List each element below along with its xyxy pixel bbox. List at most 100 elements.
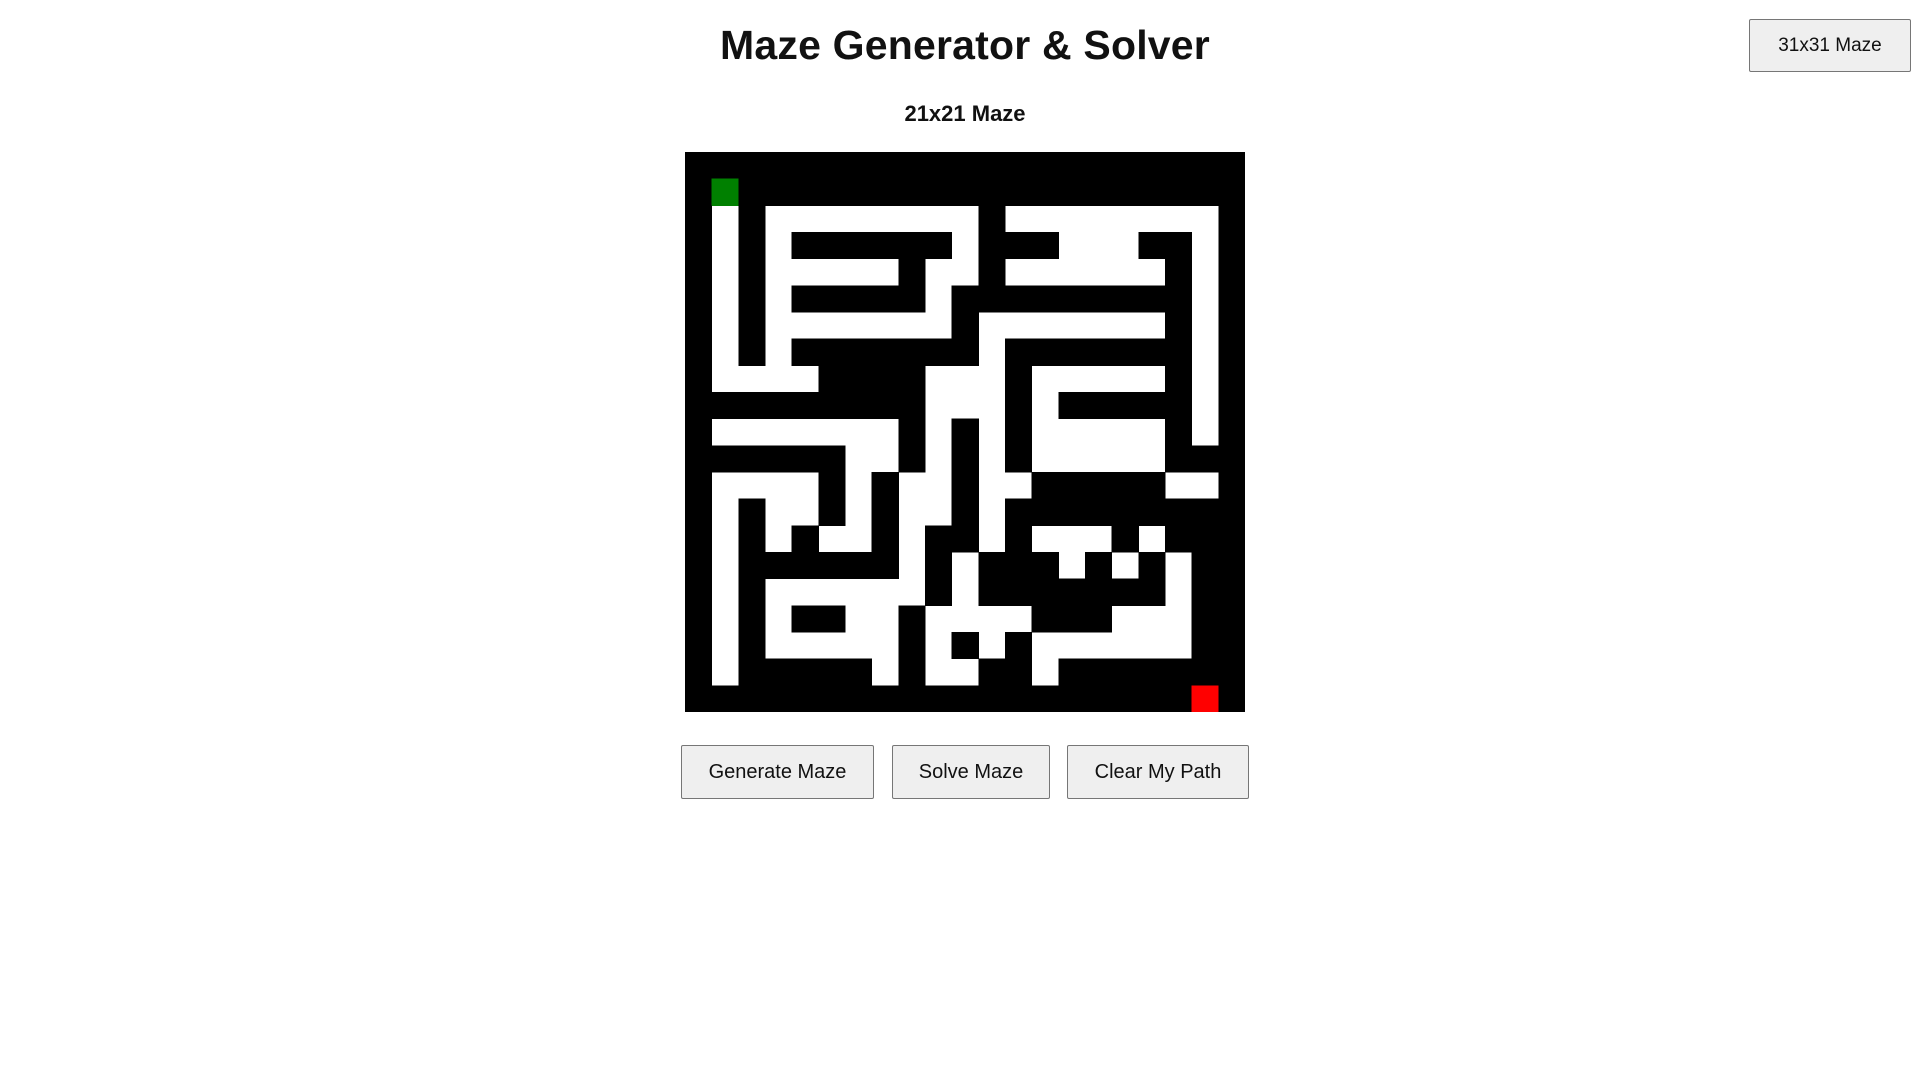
maze-wall-cell	[1165, 392, 1193, 420]
maze-wall-cell	[791, 178, 819, 206]
maze-wall-cell	[1085, 685, 1113, 712]
maze-wall-cell	[818, 605, 846, 633]
maze-wall-cell	[1165, 285, 1193, 313]
maze-wall-cell	[818, 658, 846, 686]
maze-wall-cell	[1165, 418, 1193, 446]
maze-start-cell	[711, 178, 739, 206]
maze-wall-cell	[738, 205, 766, 233]
maze-wall-cell	[1111, 578, 1139, 606]
maze-wall-cell	[738, 445, 766, 473]
maze-wall-cell	[1111, 472, 1139, 500]
maze-wall-cell	[738, 658, 766, 686]
maze-wall-cell	[791, 285, 819, 313]
maze-wall-cell	[765, 658, 793, 686]
maze-wall-cell	[1165, 338, 1193, 366]
maze-wall-cell	[978, 178, 1006, 206]
maze-wall-cell	[1005, 552, 1033, 580]
maze-wall-cell	[978, 232, 1006, 260]
maze-end-cell	[1191, 685, 1219, 712]
maze-wall-cell	[951, 152, 979, 180]
maze-wall-cell	[791, 445, 819, 473]
maze-wall-cell	[1005, 498, 1033, 526]
maze-wall-cell	[818, 152, 846, 180]
generate-maze-button[interactable]: Generate Maze	[681, 745, 874, 799]
maze-wall-cell	[978, 552, 1006, 580]
maze-wall-cell	[818, 445, 846, 473]
maze-wall-cell	[951, 498, 979, 526]
page-title: Maze Generator & Solver	[720, 22, 1210, 68]
maze-wall-cell	[898, 232, 926, 260]
maze-wall-cell	[925, 232, 953, 260]
maze-wall-cell	[1218, 552, 1245, 580]
maze-wall-cell	[685, 178, 713, 206]
maze-wall-cell	[951, 312, 979, 340]
maze-wall-cell	[1111, 525, 1139, 553]
maze-wall-cell	[711, 445, 739, 473]
maze-wall-cell	[978, 685, 1006, 712]
maze-wall-cell	[765, 685, 793, 712]
maze-wall-cell	[1085, 338, 1113, 366]
maze-wall-cell	[1191, 605, 1219, 633]
maze-wall-cell	[1138, 232, 1166, 260]
maze-board[interactable]	[685, 152, 1245, 712]
maze-wall-cell	[1058, 338, 1086, 366]
maze-wall-cell	[1031, 338, 1059, 366]
maze-wall-cell	[685, 152, 713, 180]
maze-size-label: 21x21 Maze	[904, 101, 1026, 126]
maze-wall-cell	[685, 312, 713, 340]
page: Maze Generator & Solver 31x31 Maze 21x21…	[0, 0, 1920, 1080]
maze-wall-cell	[1085, 605, 1113, 633]
maze-canvas[interactable]	[685, 152, 1245, 712]
maze-wall-cell	[1031, 578, 1059, 606]
maze-wall-cell	[685, 258, 713, 286]
maze-wall-cell	[685, 285, 713, 313]
maze-wall-cell	[1111, 178, 1139, 206]
maze-wall-cell	[871, 285, 899, 313]
maze-wall-cell	[1138, 285, 1166, 313]
maze-wall-cell	[685, 445, 713, 473]
maze-wall-cell	[845, 232, 873, 260]
clear-path-button[interactable]: Clear My Path	[1067, 745, 1249, 799]
maze-wall-cell	[1031, 178, 1059, 206]
maze-wall-cell	[845, 685, 873, 712]
maze-wall-cell	[791, 605, 819, 633]
maze-wall-cell	[738, 525, 766, 553]
maze-wall-cell	[738, 498, 766, 526]
maze-wall-cell	[951, 338, 979, 366]
maze-wall-cell	[1138, 338, 1166, 366]
maze-wall-cell	[1138, 685, 1166, 712]
maze-wall-cell	[951, 285, 979, 313]
maze-wall-cell	[818, 232, 846, 260]
maze-wall-cell	[1218, 418, 1245, 446]
maze-wall-cell	[1138, 472, 1166, 500]
maze-wall-cell	[871, 472, 899, 500]
maze-wall-cell	[685, 205, 713, 233]
maze-wall-cell	[1085, 658, 1113, 686]
maze-wall-cell	[1058, 685, 1086, 712]
maze-wall-cell	[1005, 525, 1033, 553]
maze-wall-cell	[765, 445, 793, 473]
maze-wall-cell	[845, 552, 873, 580]
maze-wall-cell	[871, 552, 899, 580]
maze-wall-cell	[685, 685, 713, 712]
maze-wall-cell	[925, 685, 953, 712]
solve-maze-button[interactable]: Solve Maze	[892, 745, 1050, 799]
maze-size-toggle-button[interactable]: 31x31 Maze	[1749, 19, 1911, 72]
maze-wall-cell	[1138, 578, 1166, 606]
maze-wall-cell	[978, 658, 1006, 686]
maze-wall-cell	[871, 338, 899, 366]
maze-wall-cell	[685, 632, 713, 660]
maze-wall-cell	[1138, 658, 1166, 686]
maze-wall-cell	[845, 365, 873, 393]
maze-wall-cell	[765, 392, 793, 420]
maze-wall-cell	[1191, 525, 1219, 553]
maze-wall-cell	[951, 632, 979, 660]
maze-wall-cell	[1165, 658, 1193, 686]
maze-wall-cell	[951, 445, 979, 473]
maze-wall-cell	[1218, 338, 1245, 366]
maze-wall-cell	[845, 178, 873, 206]
maze-wall-cell	[1111, 392, 1139, 420]
maze-wall-cell	[765, 552, 793, 580]
maze-wall-cell	[1031, 472, 1059, 500]
maze-wall-cell	[738, 258, 766, 286]
